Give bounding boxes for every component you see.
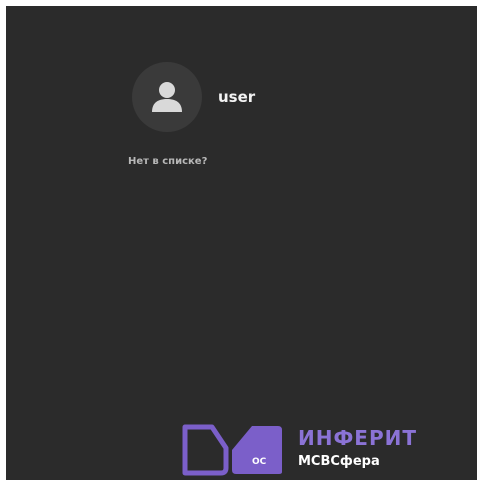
brand-logo: ОС ИНФЕРИТ МСВСфера (182, 424, 452, 476)
os-badge: ОС (252, 457, 267, 467)
brand-name: ИНФЕРИТ (298, 426, 418, 450)
login-screen: user Нет в списке? ОС ИНФЕРИТ МСВСфера (6, 6, 477, 480)
user-list-item[interactable]: user (132, 62, 255, 132)
inferit-logo-icon (182, 424, 282, 476)
username-label: user (218, 88, 256, 106)
brand-subtitle: МСВСфера (298, 454, 380, 469)
user-avatar (132, 62, 202, 132)
user-silhouette-icon (152, 82, 182, 112)
not-listed-link[interactable]: Нет в списке? (128, 156, 207, 167)
